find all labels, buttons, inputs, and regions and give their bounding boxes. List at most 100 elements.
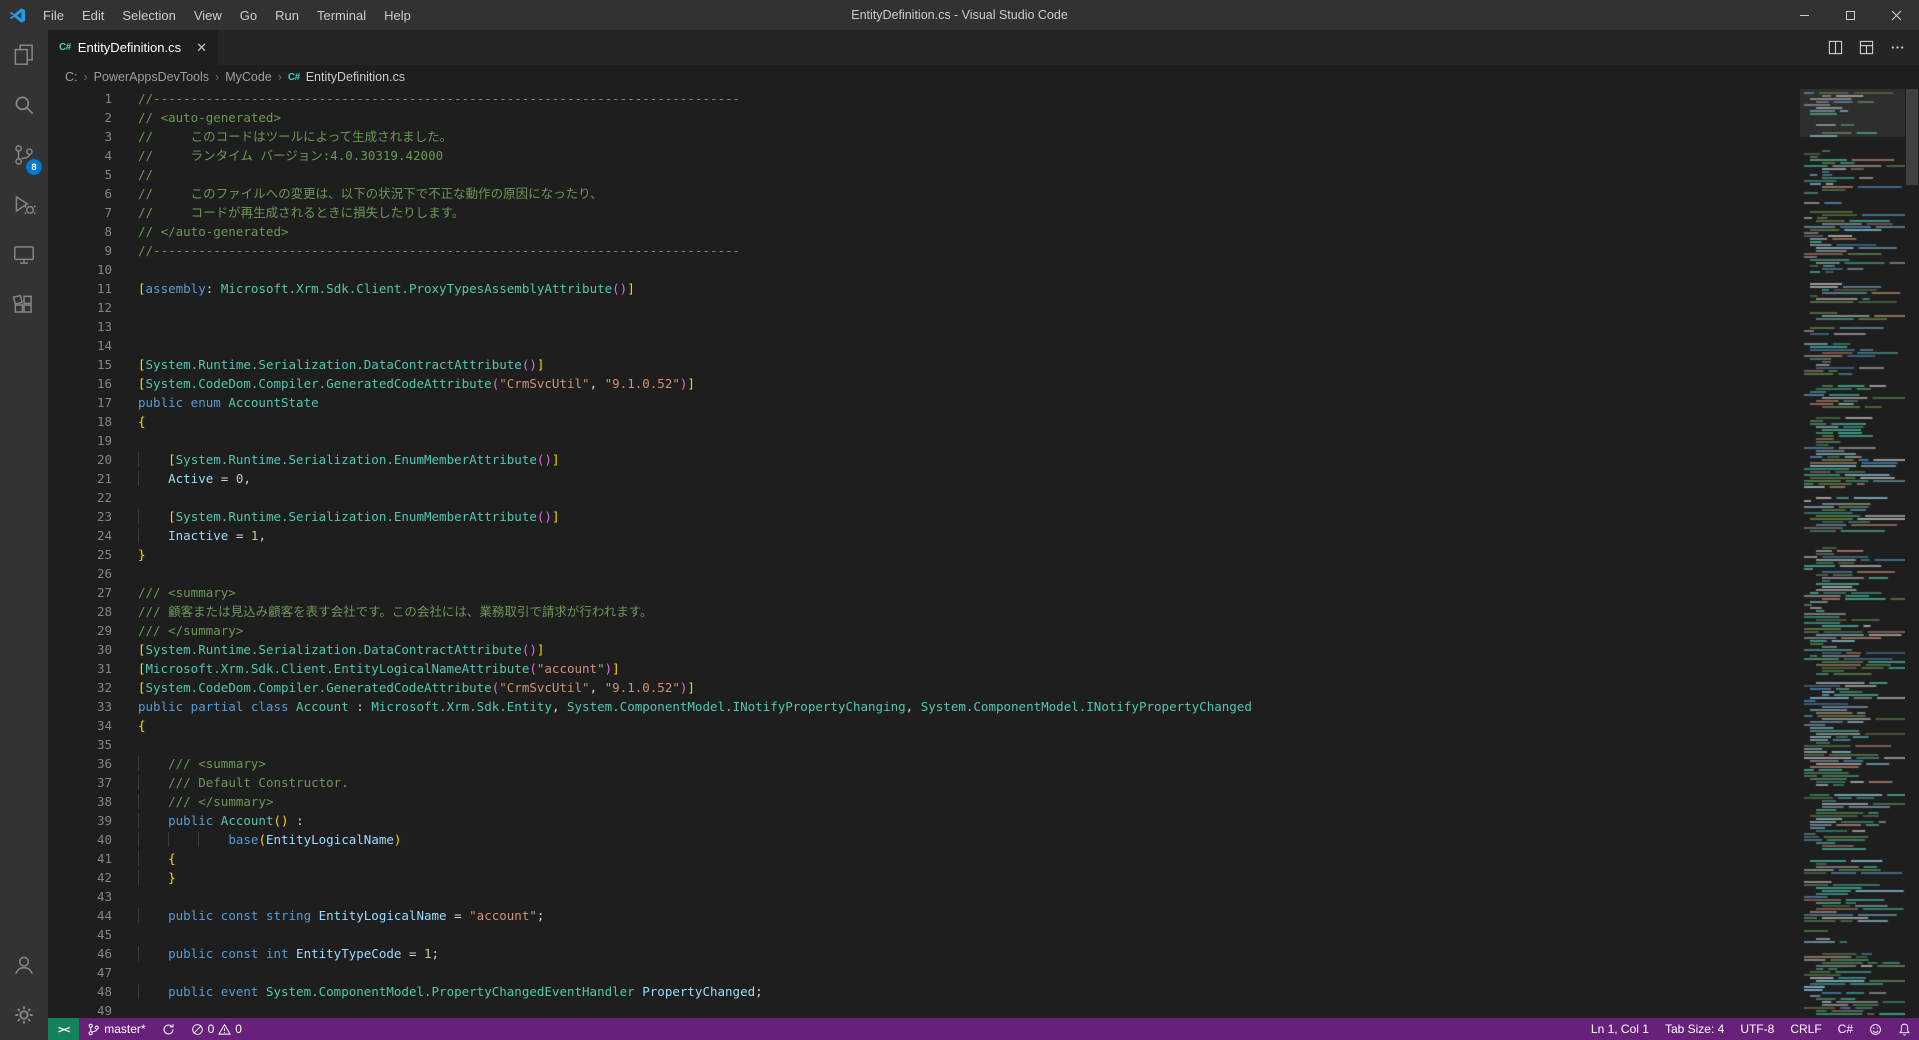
code-line[interactable] xyxy=(138,564,1919,583)
explorer-icon[interactable] xyxy=(0,30,48,80)
line-number[interactable]: 5 xyxy=(48,165,112,184)
code-line[interactable]: public event System.ComponentModel.Prope… xyxy=(138,982,1919,1001)
code-line[interactable]: [Microsoft.Xrm.Sdk.Client.EntityLogicalN… xyxy=(138,659,1919,678)
line-number[interactable]: 32 xyxy=(48,678,112,697)
line-number[interactable]: 2 xyxy=(48,108,112,127)
status-branch[interactable]: master* xyxy=(79,1018,153,1040)
code-line[interactable]: //--------------------------------------… xyxy=(138,89,1919,108)
code-line[interactable]: // xyxy=(138,165,1919,184)
line-number[interactable]: 15 xyxy=(48,355,112,374)
remote-indicator[interactable]: >< xyxy=(48,1018,80,1040)
line-number[interactable]: 6 xyxy=(48,184,112,203)
source-control-icon[interactable]: 8 xyxy=(0,130,48,180)
line-number[interactable]: 23 xyxy=(48,507,112,526)
line-number[interactable]: 8 xyxy=(48,222,112,241)
status-tab-size[interactable]: Tab Size: 4 xyxy=(1657,1018,1732,1040)
breadcrumb-item[interactable]: EntityDefinition.cs xyxy=(306,70,405,84)
line-number[interactable]: 27 xyxy=(48,583,112,602)
notifications-button[interactable] xyxy=(1890,1018,1919,1040)
status-encoding[interactable]: UTF-8 xyxy=(1732,1018,1782,1040)
code-line[interactable] xyxy=(138,1001,1919,1018)
code-line[interactable]: public const string EntityLogicalName = … xyxy=(138,906,1919,925)
line-number[interactable]: 39 xyxy=(48,811,112,830)
line-number[interactable]: 37 xyxy=(48,773,112,792)
line-number[interactable]: 41 xyxy=(48,849,112,868)
code-line[interactable]: [assembly: Microsoft.Xrm.Sdk.Client.Prox… xyxy=(138,279,1919,298)
close-button[interactable] xyxy=(1873,0,1919,30)
code-line[interactable]: Active = 0, xyxy=(138,469,1919,488)
code-line[interactable]: /// Default Constructor. xyxy=(138,773,1919,792)
code-line[interactable]: [System.CodeDom.Compiler.GeneratedCodeAt… xyxy=(138,678,1919,697)
line-number[interactable]: 35 xyxy=(48,735,112,754)
menu-help[interactable]: Help xyxy=(375,0,420,30)
maximize-button[interactable] xyxy=(1827,0,1873,30)
code-line[interactable]: { xyxy=(138,412,1919,431)
line-number[interactable]: 13 xyxy=(48,317,112,336)
status-eol[interactable]: CRLF xyxy=(1782,1018,1829,1040)
line-number[interactable]: 3 xyxy=(48,127,112,146)
menu-file[interactable]: File xyxy=(34,0,73,30)
tab-close-icon[interactable]: ✕ xyxy=(196,41,207,54)
sync-button[interactable] xyxy=(154,1018,183,1040)
line-number[interactable]: 7 xyxy=(48,203,112,222)
line-number[interactable]: 11 xyxy=(48,279,112,298)
settings-gear-icon[interactable] xyxy=(0,990,48,1040)
line-number[interactable]: 16 xyxy=(48,374,112,393)
split-editor-icon[interactable] xyxy=(1828,40,1843,55)
code-line[interactable]: public Account() : xyxy=(138,811,1919,830)
code-line[interactable]: { xyxy=(138,716,1919,735)
code-line[interactable]: [System.Runtime.Serialization.EnumMember… xyxy=(138,450,1919,469)
code-line[interactable]: [System.CodeDom.Compiler.GeneratedCodeAt… xyxy=(138,374,1919,393)
code-line[interactable]: /// </summary> xyxy=(138,621,1919,640)
code-line[interactable] xyxy=(138,336,1919,355)
code-line[interactable]: // このコードはツールによって生成されました。 xyxy=(138,127,1919,146)
code-line[interactable]: /// </summary> xyxy=(138,792,1919,811)
code-line[interactable]: //--------------------------------------… xyxy=(138,241,1919,260)
line-number[interactable]: 45 xyxy=(48,925,112,944)
editor-scrollbar[interactable] xyxy=(1905,89,1919,1018)
line-number[interactable]: 38 xyxy=(48,792,112,811)
line-number[interactable]: 42 xyxy=(48,868,112,887)
line-number[interactable]: 44 xyxy=(48,906,112,925)
line-number[interactable]: 46 xyxy=(48,944,112,963)
code-line[interactable]: /// <summary> xyxy=(138,583,1919,602)
code-line[interactable]: // このファイルへの変更は、以下の状況下で不正な動作の原因になったり、 xyxy=(138,184,1919,203)
line-number[interactable]: 29 xyxy=(48,621,112,640)
line-number[interactable]: 17 xyxy=(48,393,112,412)
line-number[interactable]: 28 xyxy=(48,602,112,621)
line-number[interactable]: 22 xyxy=(48,488,112,507)
editor-layout-icon[interactable] xyxy=(1859,40,1874,55)
line-number[interactable]: 33 xyxy=(48,697,112,716)
run-debug-icon[interactable] xyxy=(0,180,48,230)
code-line[interactable]: [System.Runtime.Serialization.DataContra… xyxy=(138,640,1919,659)
line-number[interactable]: 20 xyxy=(48,450,112,469)
line-number[interactable]: 47 xyxy=(48,963,112,982)
status-language[interactable]: C# xyxy=(1830,1018,1861,1040)
line-number[interactable]: 26 xyxy=(48,564,112,583)
editor[interactable]: 1 2 3 4 5 6 7 8 9 10 11 12 13 14 15 16 17 18 19 20 21 22 23 24 2… xyxy=(48,89,1919,1018)
code-line[interactable]: public enum AccountState xyxy=(138,393,1919,412)
code-line[interactable]: Inactive = 1, xyxy=(138,526,1919,545)
code-line[interactable] xyxy=(138,488,1919,507)
scrollbar-thumb[interactable] xyxy=(1906,89,1918,185)
line-number[interactable]: 34 xyxy=(48,716,112,735)
remote-explorer-icon[interactable] xyxy=(0,230,48,280)
code-line[interactable]: base(EntityLogicalName) xyxy=(138,830,1919,849)
code-area[interactable]: //--------------------------------------… xyxy=(112,89,1919,1018)
line-number[interactable]: 24 xyxy=(48,526,112,545)
code-line[interactable] xyxy=(138,887,1919,906)
line-number[interactable]: 12 xyxy=(48,298,112,317)
code-line[interactable] xyxy=(138,735,1919,754)
code-line[interactable]: /// 顧客または見込み顧客を表す会社です。この会社には、業務取引で請求が行われ… xyxy=(138,602,1919,621)
code-line[interactable]: // <auto-generated> xyxy=(138,108,1919,127)
line-number[interactable]: 14 xyxy=(48,336,112,355)
line-number[interactable]: 49 xyxy=(48,1001,112,1018)
code-line[interactable]: { xyxy=(138,849,1919,868)
account-icon[interactable] xyxy=(0,940,48,990)
status-cursor-position[interactable]: Ln 1, Col 1 xyxy=(1583,1018,1657,1040)
breadcrumb-item[interactable]: PowerAppsDevTools xyxy=(94,70,209,84)
line-number[interactable]: 9 xyxy=(48,241,112,260)
tab-entitydefinition[interactable]: C# EntityDefinition.cs ✕ xyxy=(48,30,220,65)
line-number[interactable]: 43 xyxy=(48,887,112,906)
code-line[interactable]: public const int EntityTypeCode = 1; xyxy=(138,944,1919,963)
